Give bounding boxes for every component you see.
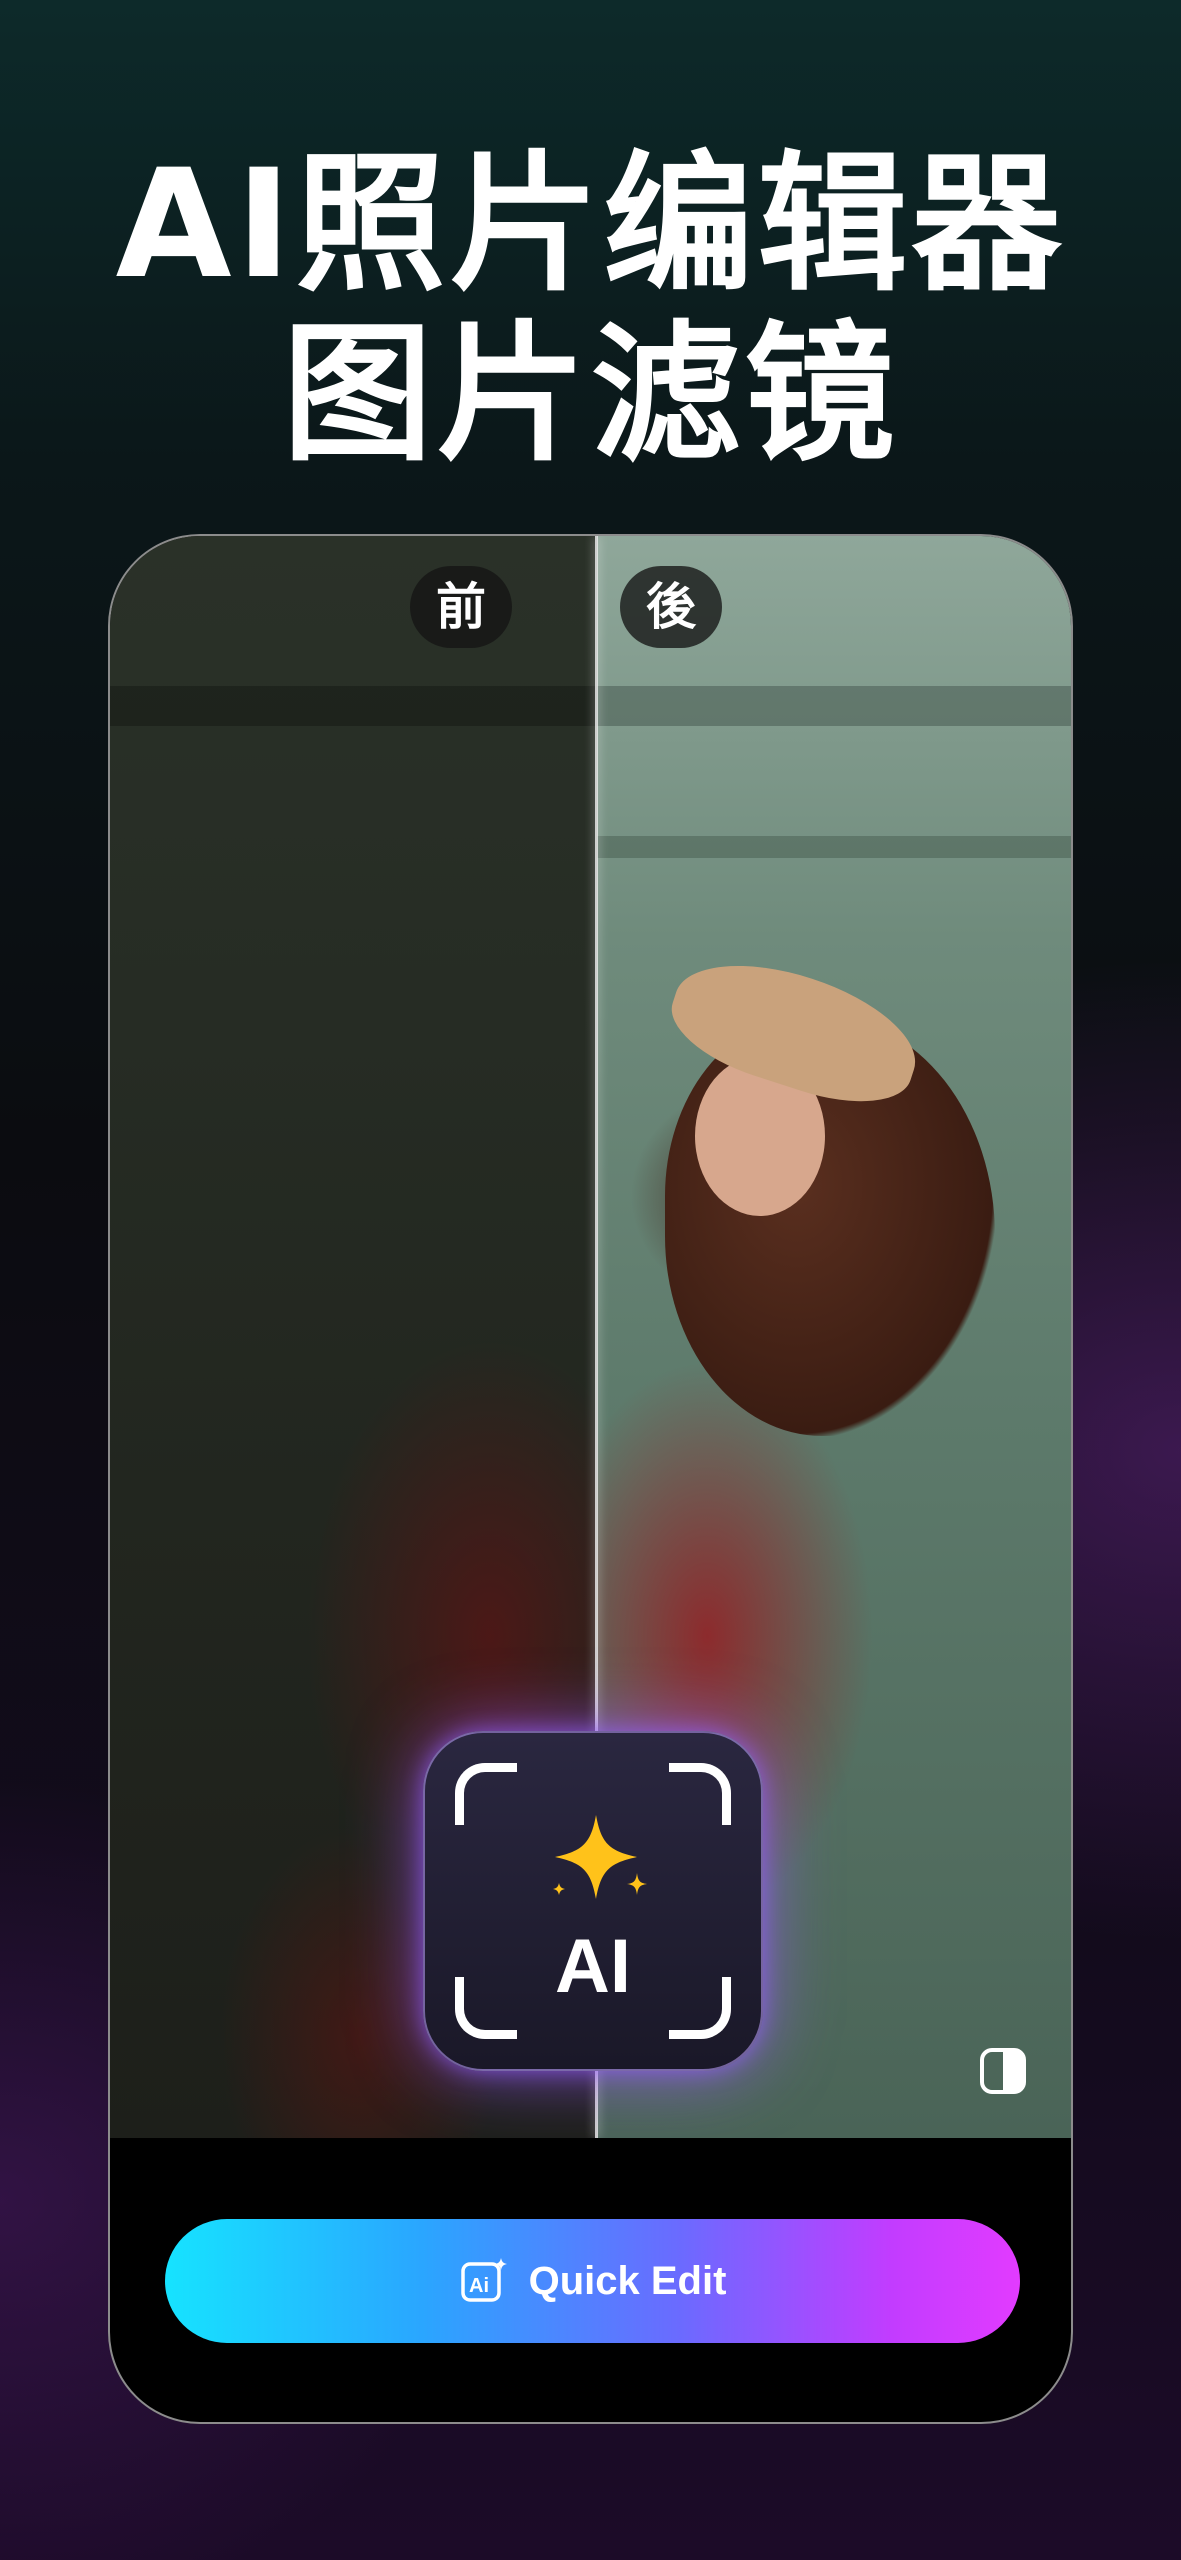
building-band-after bbox=[597, 836, 1071, 858]
sparkle-icon bbox=[553, 1815, 647, 1899]
before-after-photo[interactable]: 前 後 AI bbox=[110, 536, 1071, 2138]
scan-corner-icon bbox=[669, 1763, 731, 1825]
headline: AI照片编辑器 图片滤镜 bbox=[0, 140, 1181, 480]
svg-text:Ai: Ai bbox=[469, 2275, 489, 2297]
scan-corner-icon bbox=[455, 1763, 517, 1825]
ai-edit-icon: Ai bbox=[460, 2258, 507, 2302]
phone-mockup: 前 後 AI Ai Quick Edit bbox=[108, 534, 1073, 2424]
quick-edit-button[interactable]: Ai Quick Edit bbox=[165, 2219, 1020, 2343]
building-ledge-before bbox=[110, 686, 597, 726]
headline-line-1: AI照片编辑器 bbox=[115, 138, 1066, 312]
building-ledge-after bbox=[597, 686, 1071, 726]
ai-badge-text: AI bbox=[555, 1924, 631, 2009]
quick-edit-label: Quick Edit bbox=[528, 2258, 727, 2303]
after-label: 後 bbox=[620, 566, 722, 648]
before-label: 前 bbox=[410, 566, 512, 648]
ai-badge: AI bbox=[423, 1731, 763, 2071]
split-compare-icon[interactable] bbox=[978, 2046, 1028, 2096]
headline-line-2: 图片滤镜 bbox=[282, 308, 899, 482]
